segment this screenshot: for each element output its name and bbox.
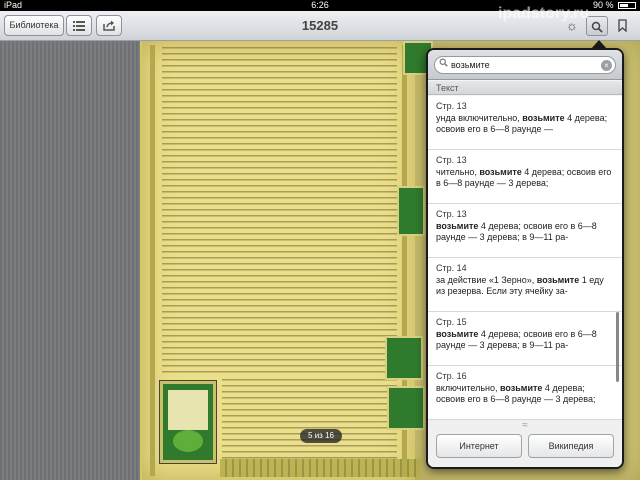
page-text-block [162, 47, 397, 377]
bookmark-icon [617, 19, 627, 33]
search-result-item[interactable]: Стр. 15 возьмите 4 дерева; освоив его в … [428, 312, 622, 366]
card-illustration-panel [168, 390, 208, 430]
search-wikipedia-button[interactable]: Википедия [528, 434, 614, 458]
result-match: возьмите [436, 329, 479, 339]
result-page: Стр. 13 [436, 155, 467, 165]
result-match: возьмите [436, 221, 479, 231]
battery-label: 90 % [592, 0, 614, 10]
results-section-header: Текст [428, 81, 622, 95]
search-results-list[interactable]: Стр. 13 унда включительно, возьмите 4 де… [428, 96, 622, 420]
search-field-icon [439, 58, 448, 70]
bookmark-button[interactable] [611, 15, 633, 37]
result-text-before: чительно, [436, 167, 480, 177]
search-result-item[interactable]: Стр. 14 за действие «1 Зерно», возьмите … [428, 258, 622, 312]
page-tile-image [387, 386, 425, 430]
result-text-before: включительно, [436, 383, 500, 393]
result-text-before: унда включительно, [436, 113, 523, 123]
popover-footer: ≈ Интернет Википедия [428, 420, 622, 467]
clear-search-icon[interactable]: × [601, 60, 612, 71]
result-page: Стр. 16 [436, 371, 467, 381]
search-result-item[interactable]: Стр. 13 возьмите 4 дерева; освоив его в … [428, 204, 622, 258]
card-illustration-disc [173, 430, 203, 452]
result-page: Стр. 13 [436, 101, 467, 111]
search-result-item[interactable]: Стр. 16 включительно, возьмите 4 дерева;… [428, 366, 622, 420]
result-match: возьмите [536, 275, 580, 285]
search-bar: × [428, 50, 622, 80]
search-result-item[interactable]: Стр. 13 чительно, возьмите 4 дерева; осв… [428, 150, 622, 204]
watermark: ipadstory.ru [498, 5, 590, 22]
page-counter: 5 из 16 [300, 429, 342, 443]
results-scrollbar[interactable] [616, 312, 619, 382]
search-icon [591, 21, 603, 33]
search-input[interactable] [451, 58, 601, 72]
battery-icon [618, 2, 636, 9]
battery-status: 90 % [593, 0, 636, 11]
page-scrubber[interactable] [220, 459, 420, 477]
result-match: возьмите [499, 383, 543, 393]
search-result-item[interactable]: Стр. 13 унда включительно, возьмите 4 де… [428, 96, 622, 150]
result-page: Стр. 13 [436, 209, 467, 219]
result-match: возьмите [522, 113, 565, 123]
book-page[interactable] [140, 41, 415, 480]
result-text-before: за действие «1 Зерно», [436, 275, 537, 285]
result-page: Стр. 15 [436, 317, 467, 327]
card-illustration [160, 381, 216, 463]
search-internet-button[interactable]: Интернет [436, 434, 522, 458]
page-text-block-lower [222, 379, 397, 463]
search-popover: × Текст Стр. 13 унда включительно, возьм… [426, 48, 624, 469]
search-field[interactable]: × [434, 56, 616, 74]
page-tile-image [385, 336, 423, 380]
result-match: возьмите [479, 167, 522, 177]
search-button[interactable] [586, 16, 608, 36]
page-tile-image [397, 186, 425, 236]
divider-squiggle-icon: ≈ [522, 420, 528, 431]
result-page: Стр. 14 [436, 263, 467, 273]
